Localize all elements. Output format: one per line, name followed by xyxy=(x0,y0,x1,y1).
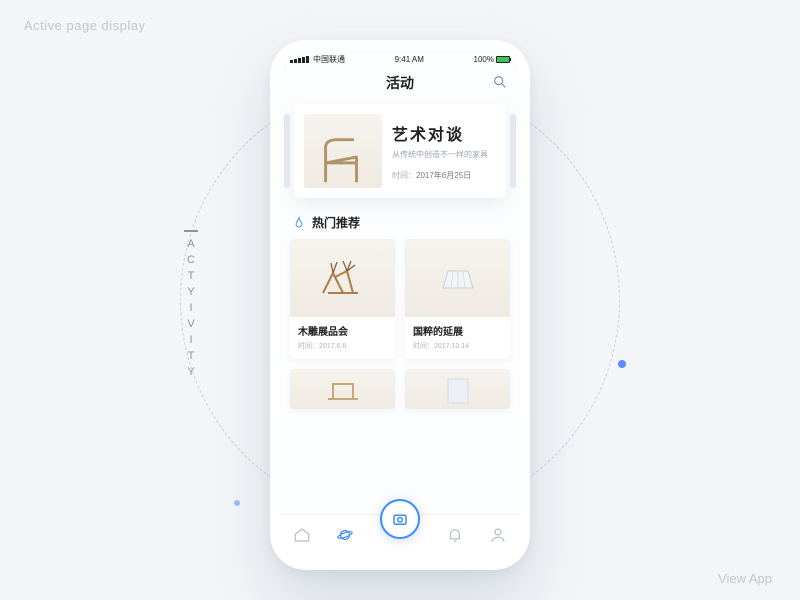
card-image xyxy=(405,239,510,317)
vertical-label: ACTYIVITY xyxy=(184,230,198,382)
content-scroll[interactable]: 艺术对谈 从传统中创造不一样的家具 时间：2017年6月25日 热门推荐 xyxy=(280,98,520,514)
activity-card-partial[interactable] xyxy=(290,369,395,409)
phone-frame: 中国联通 9:41 AM 100% 活动 艺术对谈 xyxy=(270,40,530,570)
bell-icon xyxy=(446,526,464,544)
camera-icon xyxy=(391,510,409,528)
tab-notifications[interactable] xyxy=(446,526,464,549)
clock: 9:41 AM xyxy=(395,55,424,64)
card-image xyxy=(405,369,510,409)
card-image xyxy=(290,369,395,409)
page-caption-bottom: View App xyxy=(718,571,772,586)
activity-card-partial[interactable] xyxy=(405,369,510,409)
search-button[interactable] xyxy=(492,74,508,90)
activity-card[interactable]: 木雕展品会 时间：2017.6.6 xyxy=(290,239,395,359)
hero-card[interactable]: 艺术对谈 从传统中创造不一样的家具 时间：2017年6月25日 xyxy=(294,104,506,198)
hero-image xyxy=(304,114,382,188)
battery-icon xyxy=(496,56,510,63)
search-icon xyxy=(492,74,508,90)
tab-camera-fab[interactable] xyxy=(380,499,420,539)
hero-date: 时间：2017年6月25日 xyxy=(392,170,496,181)
home-icon xyxy=(293,526,311,544)
signal-icon xyxy=(290,56,309,63)
card-date: 时间：2017.10.14 xyxy=(413,341,502,351)
carrier-label: 中国联通 xyxy=(313,54,345,65)
carousel-peek-right xyxy=(510,114,516,188)
hot-icon xyxy=(292,216,306,230)
section-title: 热门推荐 xyxy=(312,214,360,231)
planet-icon xyxy=(336,526,354,544)
tab-home[interactable] xyxy=(293,526,311,549)
tab-bar xyxy=(280,514,520,560)
tab-profile[interactable] xyxy=(489,526,507,549)
nav-bar: 活动 xyxy=(280,68,520,98)
page-title: 活动 xyxy=(386,73,414,93)
orbit-dot xyxy=(234,500,240,506)
hero-subtitle: 从传统中创造不一样的家具 xyxy=(392,149,496,160)
phone-screen: 中国联通 9:41 AM 100% 活动 艺术对谈 xyxy=(280,50,520,560)
carousel-peek-left xyxy=(284,114,290,188)
battery-percent: 100% xyxy=(474,55,494,64)
card-date: 时间：2017.6.6 xyxy=(298,341,387,351)
card-grid: 木雕展品会 时间：2017.6.6 国粹的延展 时间：2017.10.14 xyxy=(290,239,510,409)
activity-card[interactable]: 国粹的延展 时间：2017.10.14 xyxy=(405,239,510,359)
user-icon xyxy=(489,526,507,544)
card-image xyxy=(290,239,395,317)
tab-explore[interactable] xyxy=(336,526,354,549)
section-header: 热门推荐 xyxy=(290,212,510,239)
status-bar: 中国联通 9:41 AM 100% xyxy=(280,50,520,68)
card-title: 国粹的延展 xyxy=(413,323,502,338)
hero-title: 艺术对谈 xyxy=(392,121,496,145)
orbit-dot xyxy=(618,360,626,368)
card-title: 木雕展品会 xyxy=(298,323,387,338)
page-caption-top: Active page display xyxy=(24,18,146,33)
